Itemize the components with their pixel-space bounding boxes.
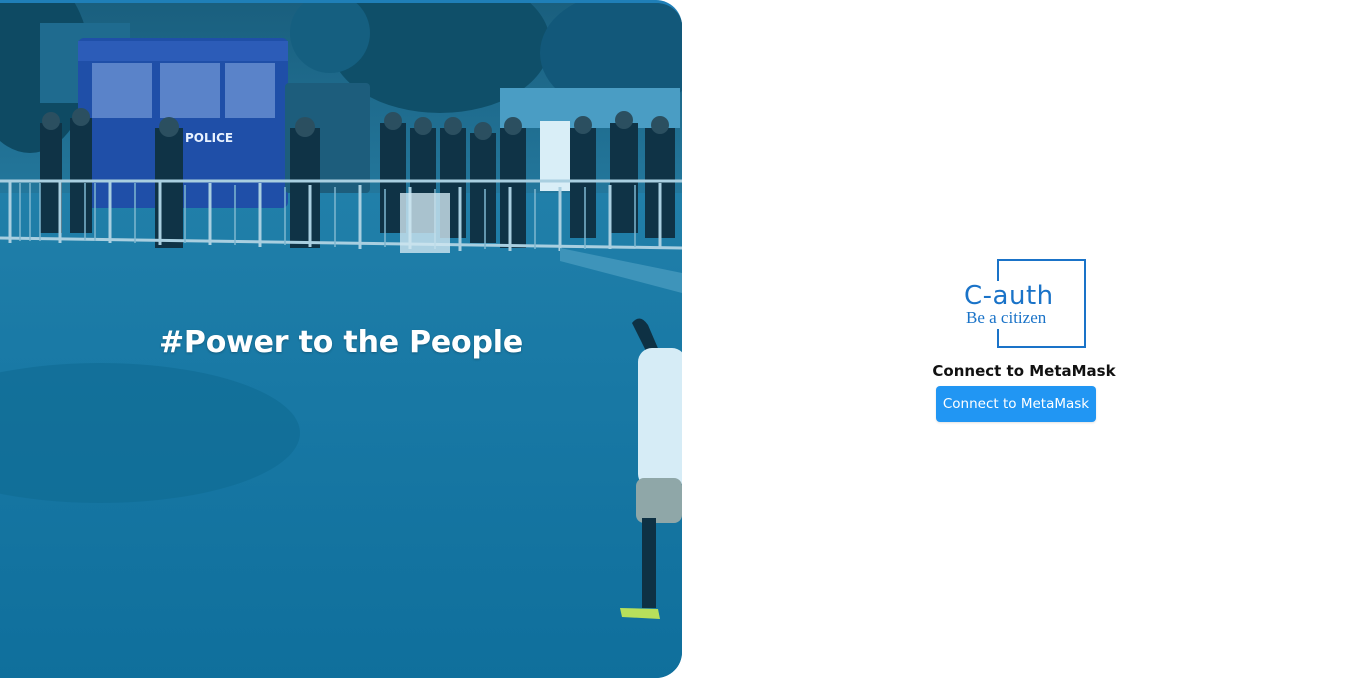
hero-slogan: #Power to the People	[159, 325, 523, 360]
connect-heading: Connect to MetaMask	[932, 362, 1116, 380]
auth-panel: C-auth Be a citizen Connect to MetaMask …	[682, 0, 1364, 678]
hero-panel: POLICE #Power to the People	[0, 0, 682, 678]
police-vehicle-text: POLICE	[185, 131, 233, 145]
logo-tagline: Be a citizen	[966, 308, 1047, 327]
connect-metamask-button[interactable]: Connect to MetaMask	[936, 386, 1096, 422]
logo-name: C-auth	[964, 281, 1054, 311]
login-page: POLICE #Power to the People C-auth Be a …	[0, 0, 1364, 678]
c-auth-logo: C-auth Be a citizen	[964, 259, 1088, 349]
